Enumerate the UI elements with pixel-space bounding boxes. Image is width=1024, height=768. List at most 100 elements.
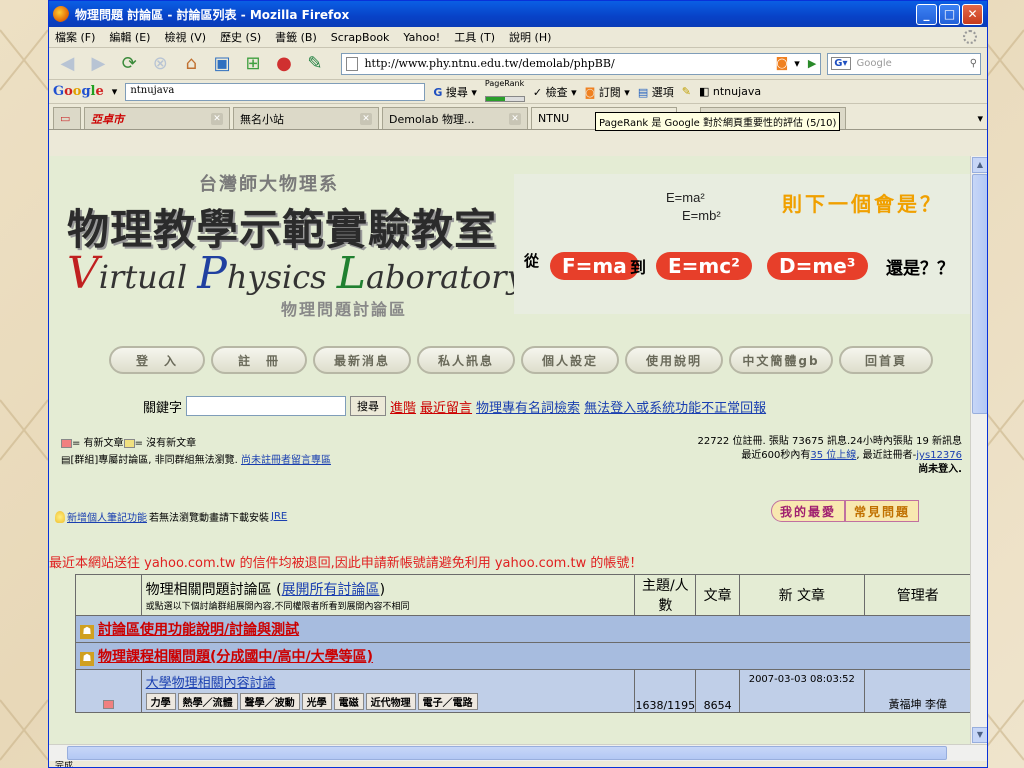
- menu-scrapbook[interactable]: ScrapBook: [331, 31, 390, 44]
- simplified-chinese-button[interactable]: 中文簡體gb: [729, 346, 833, 374]
- category-row[interactable]: ☗ 討論區使用功能說明/討論與測試: [75, 615, 970, 643]
- forum-row[interactable]: 大學物理相關內容討論 力學 熱學／流體 聲學／波動 光學 電磁 近代物理 電子／…: [75, 669, 970, 713]
- tab-list-icon[interactable]: ▾: [977, 112, 983, 125]
- tab-wretch[interactable]: 無名小站 ✕: [233, 107, 379, 129]
- add-icon[interactable]: ⊞: [241, 51, 266, 77]
- forum-last-post: 2007-03-03 08:03:52: [739, 669, 865, 713]
- subscribe-button[interactable]: ◙ 訂閱 ▾: [585, 84, 630, 100]
- close-tab-icon[interactable]: ✕: [211, 112, 223, 125]
- chip-electronics[interactable]: 電子／電路: [417, 693, 478, 710]
- google-dropdown-icon[interactable]: ▾: [112, 85, 118, 98]
- chip-em[interactable]: 電磁: [333, 693, 364, 710]
- keyword-input[interactable]: [186, 396, 347, 416]
- chip-mechanics[interactable]: 力學: [145, 693, 176, 710]
- horizontal-scroll-thumb[interactable]: [67, 746, 947, 760]
- category-link[interactable]: 物理課程相關問題(分成國中/高中/大學等區): [98, 649, 373, 665]
- chip-modern[interactable]: 近代物理: [365, 693, 416, 710]
- close-tab-icon[interactable]: ✕: [509, 112, 521, 125]
- home-page-button[interactable]: 回首頁: [839, 346, 933, 374]
- register-button[interactable]: 註 冊: [211, 346, 307, 374]
- close-button[interactable]: ✕: [962, 3, 983, 25]
- newest-user-link[interactable]: jys12376: [916, 450, 962, 461]
- chip-thermo[interactable]: 熱學／流體: [177, 693, 238, 710]
- scroll-up-icon[interactable]: ▲: [972, 157, 987, 173]
- menu-yahoo[interactable]: Yahoo!: [403, 31, 440, 44]
- advanced-search-link[interactable]: 進階: [390, 397, 416, 416]
- online-users-link[interactable]: 35 位上線: [810, 450, 856, 461]
- adblock-icon[interactable]: ●: [272, 51, 297, 77]
- keyword-search-button[interactable]: 搜尋: [350, 396, 387, 416]
- recent-posts-link[interactable]: 最近留言: [420, 397, 472, 416]
- tab-yazhuoshi[interactable]: 亞卓市 ✕: [84, 107, 230, 129]
- tab-demolab[interactable]: Demolab 物理... ✕: [382, 107, 528, 129]
- feather-icon[interactable]: ✎: [303, 51, 328, 77]
- search-box[interactable]: G▾ Google ⚲: [827, 52, 982, 75]
- menu-history[interactable]: 歷史 (S): [220, 29, 261, 45]
- faq-button[interactable]: 常見問題: [845, 500, 920, 522]
- menu-tools[interactable]: 工具 (T): [454, 29, 495, 45]
- new-tab-button[interactable]: ▭: [53, 107, 81, 129]
- google-engine-icon[interactable]: G▾: [831, 57, 851, 70]
- formula-fma: F=ma: [550, 252, 639, 280]
- vertical-scroll-thumb[interactable]: [972, 174, 987, 414]
- report-problem-link[interactable]: 無法登入或系統功能不正常回報: [584, 397, 766, 416]
- my-favorites-button[interactable]: 我的最愛: [771, 500, 846, 522]
- menu-bookmarks[interactable]: 書籤 (B): [275, 29, 317, 45]
- vertical-scrollbar[interactable]: ▲ ▼: [970, 156, 987, 744]
- personal-notes-link[interactable]: 新增個人筆記功能: [67, 509, 147, 524]
- horizontal-scrollbar[interactable]: [49, 744, 987, 761]
- chip-optics[interactable]: 光學: [301, 693, 332, 710]
- scroll-down-icon[interactable]: ▼: [972, 727, 987, 743]
- col-topics: 主題/人數: [634, 574, 697, 616]
- physics-terms-link[interactable]: 物理專有名詞檢索: [476, 397, 580, 416]
- rss-icon[interactable]: ◙: [776, 56, 789, 71]
- google-query-input[interactable]: ntnujava: [125, 82, 426, 101]
- highlight-icon[interactable]: ✎: [682, 85, 691, 98]
- vpl-logo: Virtual Physics Laboratory: [67, 248, 525, 299]
- category-row[interactable]: ☗ 物理課程相關問題(分成國中/高中/大學等區): [75, 642, 970, 670]
- keyword-search-row: 關鍵字 搜尋 進階 最近留言 物理專有名詞檢索 無法登入或系統功能不正常回報: [143, 396, 766, 416]
- url-dropdown-icon[interactable]: ▾: [794, 57, 800, 70]
- close-tab-icon[interactable]: ✕: [360, 112, 372, 125]
- jre-link[interactable]: JRE: [271, 511, 287, 522]
- col-posts: 文章: [695, 574, 741, 616]
- login-button[interactable]: 登 入: [109, 346, 205, 374]
- options-button[interactable]: ▤ 選項: [638, 84, 674, 100]
- forum-link[interactable]: 大學物理相關內容討論: [146, 672, 631, 691]
- category-icon: ☗: [80, 625, 94, 639]
- home-icon[interactable]: ⌂: [179, 51, 204, 77]
- chip-waves[interactable]: 聲學／波動: [239, 693, 300, 710]
- reload-icon[interactable]: ⟳: [117, 51, 142, 77]
- news-button[interactable]: 最新消息: [313, 346, 411, 374]
- keyword-label: 關鍵字: [143, 400, 183, 416]
- url-bar[interactable]: http://www.phy.ntnu.edu.tw/demolab/phpBB…: [341, 52, 822, 75]
- google-logo[interactable]: Google: [53, 84, 104, 99]
- desktop-decoration-left: [0, 0, 48, 768]
- title-bar: 物理問題 討論區 - 討論區列表 - Mozilla Firefox _ □ ✕: [49, 1, 987, 27]
- menu-help[interactable]: 說明 (H): [509, 29, 551, 45]
- private-message-button[interactable]: 私人訊息: [417, 346, 515, 374]
- settings-button[interactable]: 個人設定: [521, 346, 619, 374]
- yahoo-warning: 最近本網站送往 yahoo.com.tw 的信件均被退回,因此申請新帳號請避免利…: [49, 556, 643, 571]
- expand-all-link[interactable]: 展開所有討論區: [282, 582, 380, 598]
- google-user-button[interactable]: ◧ ntnujava: [699, 85, 761, 98]
- search-icon[interactable]: ⚲: [970, 58, 977, 69]
- menu-view[interactable]: 檢視 (V): [164, 29, 206, 45]
- menu-edit[interactable]: 編輯 (E): [109, 29, 150, 45]
- menu-bar: 檔案 (F) 編輯 (E) 檢視 (V) 歷史 (S) 書籤 (B) Scrap…: [49, 27, 987, 48]
- guest-forum-link[interactable]: 尚未註冊者留言專區: [241, 455, 331, 466]
- menu-file[interactable]: 檔案 (F): [55, 29, 95, 45]
- spell-check-button[interactable]: ✓ 檢查 ▾: [533, 84, 577, 100]
- col-admin: 管理者: [863, 574, 970, 616]
- stop-icon[interactable]: ⊗: [148, 51, 173, 77]
- google-search-button[interactable]: G 搜尋 ▾: [433, 84, 477, 100]
- help-button[interactable]: 使用說明: [625, 346, 723, 374]
- back-icon[interactable]: ◀: [55, 51, 80, 77]
- maximize-button[interactable]: □: [939, 3, 960, 25]
- minimize-button[interactable]: _: [916, 3, 937, 25]
- category-link[interactable]: 討論區使用功能說明/討論與測試: [98, 622, 299, 638]
- forward-icon[interactable]: ▶: [86, 51, 111, 77]
- image-icon[interactable]: ▣: [210, 51, 235, 77]
- pagerank-indicator[interactable]: PageRank: [484, 79, 525, 105]
- go-icon[interactable]: ▶: [808, 57, 816, 70]
